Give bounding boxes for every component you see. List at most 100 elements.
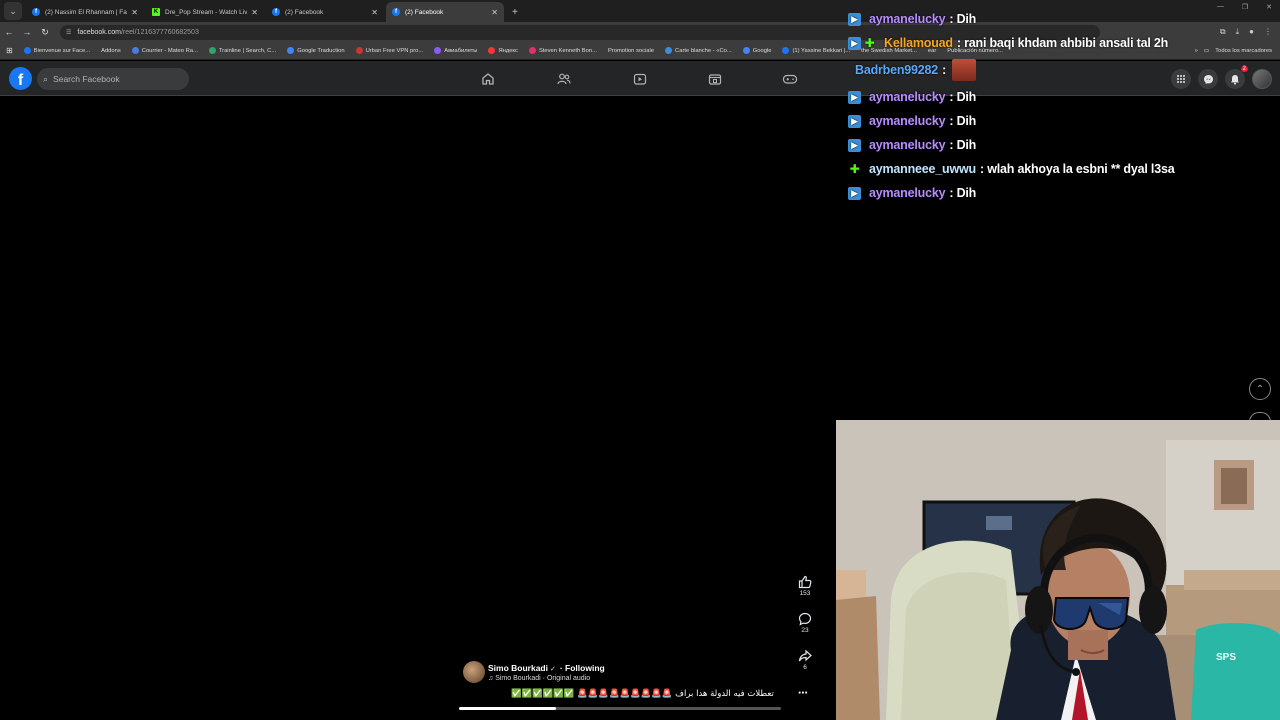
facebook-logo[interactable]: f: [9, 67, 32, 90]
account-avatar[interactable]: [1252, 69, 1272, 89]
friends-icon[interactable]: [556, 71, 572, 87]
chat-message: ▶ aymanelucky : Dih: [848, 114, 976, 128]
facebook-icon: f: [272, 8, 280, 16]
audio-line[interactable]: ♫ Simo Bourkadi · Original audio: [488, 675, 590, 682]
menu-icon[interactable]: ⋮: [1264, 27, 1272, 37]
site-info-icon[interactable]: ☰: [66, 29, 71, 36]
chat-username: Kellamouad: [884, 36, 953, 50]
forward-arrow-icon[interactable]: →: [18, 27, 36, 37]
chat-text: : rani baqi khdam ahbibi ansali tal 2h: [956, 36, 1169, 50]
subscriber-badge-icon: ▶: [848, 186, 861, 200]
bookmark[interactable]: Авиабилеты: [434, 47, 477, 54]
reload-icon[interactable]: ↻: [36, 27, 54, 38]
minimize-icon[interactable]: —: [1217, 3, 1224, 11]
bookmark[interactable]: Яндекс: [488, 47, 518, 54]
bookmark[interactable]: Carte blanche - «Co...: [665, 47, 732, 54]
bookmark[interactable]: Google: [742, 47, 771, 54]
toolbar-icons: ⧉ ⤓ ● ⋮: [1220, 27, 1272, 37]
close-tab-icon[interactable]: ✕: [491, 8, 498, 17]
previous-reel-button[interactable]: ⌃: [1249, 378, 1271, 400]
chat-emote: [952, 59, 977, 81]
share-icon: [798, 649, 812, 662]
bookmark-icon: [665, 47, 673, 54]
following-button[interactable]: · Following: [560, 663, 605, 673]
reel-caption: تعطلات فيه الدولة هدا براف 🚨🚨🚨🚨🚨🚨🚨🚨🚨 ✅✅✅…: [511, 689, 774, 699]
close-tab-icon[interactable]: ✕: [371, 8, 378, 17]
messenger-icon[interactable]: [1198, 69, 1218, 89]
chat-username: aymanelucky: [869, 12, 946, 26]
subscriber-badge-icon: ▶: [848, 138, 861, 152]
chevron-up-icon: ⌃: [1255, 383, 1265, 395]
watch-icon[interactable]: [632, 71, 648, 87]
more-options-icon[interactable]: ⋯: [798, 688, 808, 699]
comment-button[interactable]: 23: [792, 612, 818, 634]
browser-tab[interactable]: f (2) Facebook ✕: [266, 2, 384, 22]
reel-progress-bar[interactable]: [459, 707, 781, 710]
downloads-icon[interactable]: ⤓: [1236, 27, 1240, 37]
chat-message: ✚ aymanneee_uwwu : wlah akhoya la esbni …: [848, 162, 1175, 176]
author-name[interactable]: Simo Bourkadi: [488, 663, 548, 673]
profile-icon[interactable]: ●: [1249, 27, 1254, 37]
chat-message: ▶ aymanelucky : Dih: [848, 90, 976, 104]
close-window-icon[interactable]: ✕: [1266, 3, 1272, 11]
maximize-icon[interactable]: ❐: [1242, 3, 1248, 11]
bookmark[interactable]: Addons: [101, 48, 121, 54]
tab-title: (2) Nassim El Rhannam | Facebook: [45, 8, 127, 16]
vpn-icon: [355, 47, 363, 54]
bookmark[interactable]: Google Traduction: [287, 47, 345, 54]
instagram-icon: [528, 47, 536, 54]
notifications-icon[interactable]: 2: [1225, 66, 1248, 89]
url-path: /reel/1216377760682503: [120, 28, 199, 36]
url-host: facebook.com: [77, 28, 121, 36]
bookmark[interactable]: Trainline | Search, C...: [208, 47, 276, 54]
browser-tab[interactable]: K Dre_Pop Stream - Watch Live on Kick ✕: [146, 2, 264, 22]
chat-username: aymanelucky: [869, 90, 946, 104]
menu-grid-icon[interactable]: [1171, 69, 1191, 89]
search-icon: ⌕: [43, 73, 49, 84]
bookmark[interactable]: Courrier - Mateo Ra...: [131, 47, 198, 54]
bookmark[interactable]: (1) Yassine Bekkari |...: [782, 47, 850, 54]
bookmark[interactable]: Steven Kenneth Bon...: [528, 47, 597, 54]
like-button[interactable]: 153: [792, 575, 818, 597]
chevron-right-icon: »: [1194, 47, 1198, 54]
search-input[interactable]: [53, 74, 184, 84]
share-count: 6: [803, 664, 807, 671]
author-avatar[interactable]: [463, 661, 485, 683]
chat-username: aymanelucky: [869, 114, 946, 128]
verified-icon: ✓: [549, 666, 556, 673]
chat-text: :: [942, 63, 947, 77]
gaming-icon[interactable]: [782, 71, 798, 87]
back-arrow-icon[interactable]: ←: [0, 27, 18, 37]
tab-search-button[interactable]: ⌄: [4, 2, 22, 20]
close-tab-icon[interactable]: ✕: [131, 8, 138, 17]
webcam-scene: SPS: [836, 420, 1280, 720]
chat-username: aymanneee_uwwu: [869, 162, 976, 176]
browser-tab-active[interactable]: f (2) Facebook ✕: [386, 2, 504, 22]
marketplace-icon[interactable]: [707, 71, 723, 87]
home-icon[interactable]: [480, 71, 496, 87]
tab-title: Dre_Pop Stream - Watch Live on Kick: [165, 8, 248, 16]
share-button[interactable]: 6: [792, 649, 818, 671]
comment-count: 23: [801, 627, 809, 634]
search-box[interactable]: ⌕: [37, 68, 189, 90]
folder-icon: ▭: [1203, 47, 1210, 54]
facebook-icon: [782, 47, 790, 54]
subscriber-badge-icon: ▶: [848, 12, 861, 26]
chat-message: ▶ aymanelucky : Dih: [848, 12, 976, 26]
comment-icon: [798, 612, 812, 626]
audio-label: Simo Bourkadi · Original audio: [495, 675, 591, 682]
all-bookmarks[interactable]: » ▭ Todos los marcadores: [1195, 48, 1272, 54]
subscriber-badge-icon: ▶: [848, 90, 861, 104]
new-tab-button[interactable]: +: [512, 7, 518, 18]
chat-text: : Dih: [949, 114, 977, 128]
bookmark[interactable]: Promotion sociale: [608, 48, 654, 54]
browser-tab[interactable]: f (2) Nassim El Rhannam | Facebook ✕: [26, 2, 144, 22]
bookmark[interactable]: Bienvenue sur Face...: [23, 47, 90, 54]
extensions-icon[interactable]: ⧉: [1220, 27, 1226, 37]
browser-tab-bar: ⌄ f (2) Nassim El Rhannam | Facebook ✕ K…: [0, 0, 1280, 22]
bookmark[interactable]: Urban Free VPN pro...: [355, 47, 423, 54]
like-count: 153: [799, 590, 811, 597]
close-tab-icon[interactable]: ✕: [251, 8, 258, 17]
verified-badge-icon: ✚: [849, 162, 860, 176]
apps-grid-icon[interactable]: ⊞: [6, 46, 13, 55]
